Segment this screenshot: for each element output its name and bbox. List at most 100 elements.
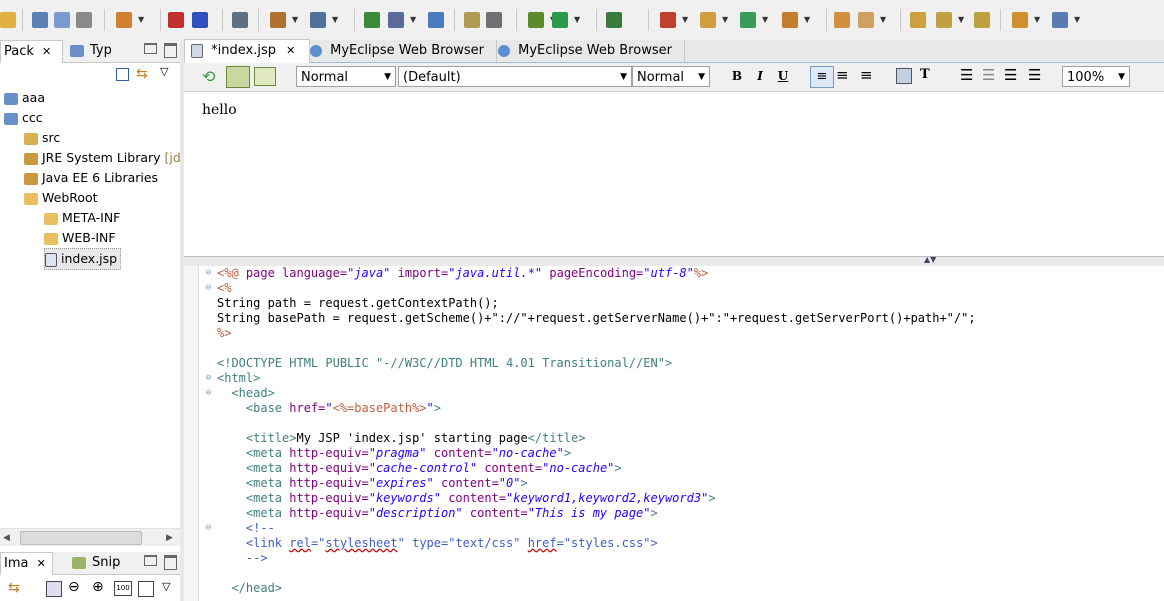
zoom-select[interactable]: 100% ▼ — [1062, 66, 1130, 87]
indent-icon[interactable]: ☰ — [960, 66, 973, 84]
font-size-select[interactable]: Normal ▼ — [632, 66, 710, 87]
camera-icon[interactable] — [486, 12, 502, 28]
fold-toggle-icon[interactable]: ⊖ — [204, 284, 213, 293]
bullet-list-icon[interactable]: ☰ — [1028, 66, 1041, 84]
close-icon[interactable]: ✕ — [42, 45, 51, 58]
align-center-icon[interactable]: ≡ — [836, 66, 849, 84]
folder-icon[interactable] — [858, 12, 874, 28]
save-all-icon[interactable] — [54, 12, 70, 28]
italic-button[interactable]: I — [752, 68, 768, 84]
deploy-icon[interactable] — [364, 12, 380, 28]
tab-web-browser-2[interactable]: MyEclipse Web Browser — [492, 40, 685, 62]
fold-toggle-icon[interactable]: ⊖ — [204, 389, 213, 398]
fit-image-icon[interactable] — [46, 581, 62, 597]
align-left-icon[interactable]: ≡ — [810, 66, 834, 88]
tree-item-ccc[interactable]: ccc — [4, 108, 43, 128]
browser-icon[interactable] — [428, 12, 444, 28]
chevron-down-icon[interactable]: ▼ — [138, 15, 144, 24]
tab-snippets[interactable]: Snip — [56, 552, 122, 574]
chevron-down-icon[interactable]: ▼ — [722, 15, 728, 24]
link-with-editor-icon[interactable]: ⇆ — [136, 66, 148, 82]
scroll-left-icon[interactable]: ◀ — [3, 533, 10, 543]
align-right-icon[interactable]: ≡ — [860, 66, 873, 84]
close-icon[interactable]: ✕ — [286, 44, 295, 57]
tree-item-src[interactable]: src — [24, 128, 60, 148]
chevron-down-icon[interactable]: ▼ — [682, 15, 688, 24]
fold-toggle-icon[interactable]: ⊖ — [204, 524, 213, 533]
fold-toggle-icon[interactable]: ⊖ — [204, 269, 213, 278]
tree-item-meta-inf[interactable]: META-INF — [44, 208, 120, 228]
tab-image-preview[interactable]: Ima ✕ — [0, 552, 53, 575]
pen-icon[interactable] — [834, 12, 850, 28]
print-icon[interactable] — [76, 12, 92, 28]
forward-icon[interactable] — [1052, 12, 1068, 28]
chevron-down-icon[interactable]: ▼ — [1034, 15, 1040, 24]
save-icon[interactable] — [32, 12, 48, 28]
link-icon[interactable]: ⇆ — [8, 580, 20, 596]
fit-window-icon[interactable] — [138, 581, 154, 597]
tree-item-jre-system-library[interactable]: JRE System Library[jdk — [24, 148, 180, 168]
chevron-down-icon[interactable]: ▼ — [880, 15, 886, 24]
zoom-in-icon[interactable]: ⊕ — [92, 579, 104, 595]
package-icon[interactable] — [168, 12, 184, 28]
external-tools-icon[interactable] — [660, 12, 676, 28]
bold-button[interactable]: B — [729, 68, 745, 84]
fold-toggle-icon[interactable]: ⊖ — [204, 374, 213, 383]
source-pane[interactable]: <%@ page language="java" import="java.ut… — [184, 266, 1164, 601]
class-icon[interactable] — [192, 12, 208, 28]
tab-package-explorer[interactable]: Pack ✕ — [0, 40, 63, 63]
chevron-down-icon[interactable]: ▼ — [410, 15, 416, 24]
chevron-down-icon[interactable]: ▼ — [332, 15, 338, 24]
side-by-side-icon[interactable] — [254, 67, 276, 86]
team-icon[interactable] — [782, 12, 798, 28]
add-icon[interactable] — [700, 12, 716, 28]
chevron-down-icon[interactable]: ▼ — [804, 15, 810, 24]
search-icon[interactable] — [310, 12, 326, 28]
tree-item-webroot[interactable]: WebRoot — [24, 188, 98, 208]
underline-button[interactable]: U — [775, 68, 791, 84]
next-annotation-icon[interactable] — [910, 12, 926, 28]
zoom-out-icon[interactable]: ⊖ — [68, 579, 80, 595]
chevron-down-icon[interactable]: ▼ — [574, 15, 580, 24]
run-ant-icon[interactable] — [270, 12, 286, 28]
design-source-split-icon[interactable] — [226, 66, 250, 88]
chevron-down-icon[interactable]: ▼ — [292, 15, 298, 24]
design-pane[interactable]: hello — [184, 92, 1164, 256]
tree-item-aaa[interactable]: aaa — [4, 88, 45, 108]
open-type-icon[interactable] — [232, 12, 248, 28]
open-perspective-icon[interactable] — [464, 12, 480, 28]
scroll-thumb[interactable] — [20, 531, 142, 545]
debug-icon[interactable] — [528, 12, 544, 28]
refresh-icon[interactable] — [740, 12, 756, 28]
outdent-icon[interactable]: ☰ — [982, 66, 995, 84]
font-select[interactable]: (Default) ▼ — [398, 66, 632, 87]
new-icon[interactable] — [0, 12, 16, 28]
horizontal-scrollbar[interactable]: ◀ ▶ — [0, 528, 180, 546]
scroll-right-icon[interactable]: ▶ — [166, 533, 173, 543]
last-edit-icon[interactable] — [974, 12, 990, 28]
tree-item-index-jsp[interactable]: index.jsp — [44, 248, 122, 270]
maximize-icon[interactable] — [164, 43, 177, 58]
collapse-all-icon[interactable] — [116, 68, 129, 81]
minimize-icon[interactable] — [144, 555, 157, 566]
refresh-icon[interactable]: ⟲ — [202, 67, 215, 86]
tab-index-jsp[interactable]: *index.jsp ✕ — [184, 39, 310, 63]
chevron-down-icon[interactable]: ▼ — [958, 15, 964, 24]
split-arrows-icon[interactable]: ▲▼ — [924, 255, 936, 264]
tree-item-web-inf[interactable]: WEB-INF — [44, 228, 116, 248]
paragraph-style-select[interactable]: Normal ▼ — [296, 66, 396, 87]
previous-annotation-icon[interactable] — [936, 12, 952, 28]
coverage-icon[interactable] — [606, 12, 622, 28]
background-color-icon[interactable] — [896, 68, 912, 84]
maximize-icon[interactable] — [164, 555, 177, 570]
view-menu-icon[interactable]: ▽ — [162, 580, 170, 593]
server-icon[interactable] — [388, 12, 404, 28]
numbered-list-icon[interactable]: ☰ — [1004, 66, 1017, 84]
tab-type-hierarchy[interactable]: Typ — [66, 40, 122, 62]
run-icon[interactable] — [552, 12, 568, 28]
chevron-down-icon[interactable]: ▼ — [762, 15, 768, 24]
text-color-icon[interactable]: T — [920, 67, 930, 82]
close-icon[interactable]: ✕ — [37, 557, 46, 570]
actual-size-icon[interactable]: 100 — [114, 581, 132, 596]
tab-web-browser-1[interactable]: MyEclipse Web Browser — [304, 40, 497, 62]
